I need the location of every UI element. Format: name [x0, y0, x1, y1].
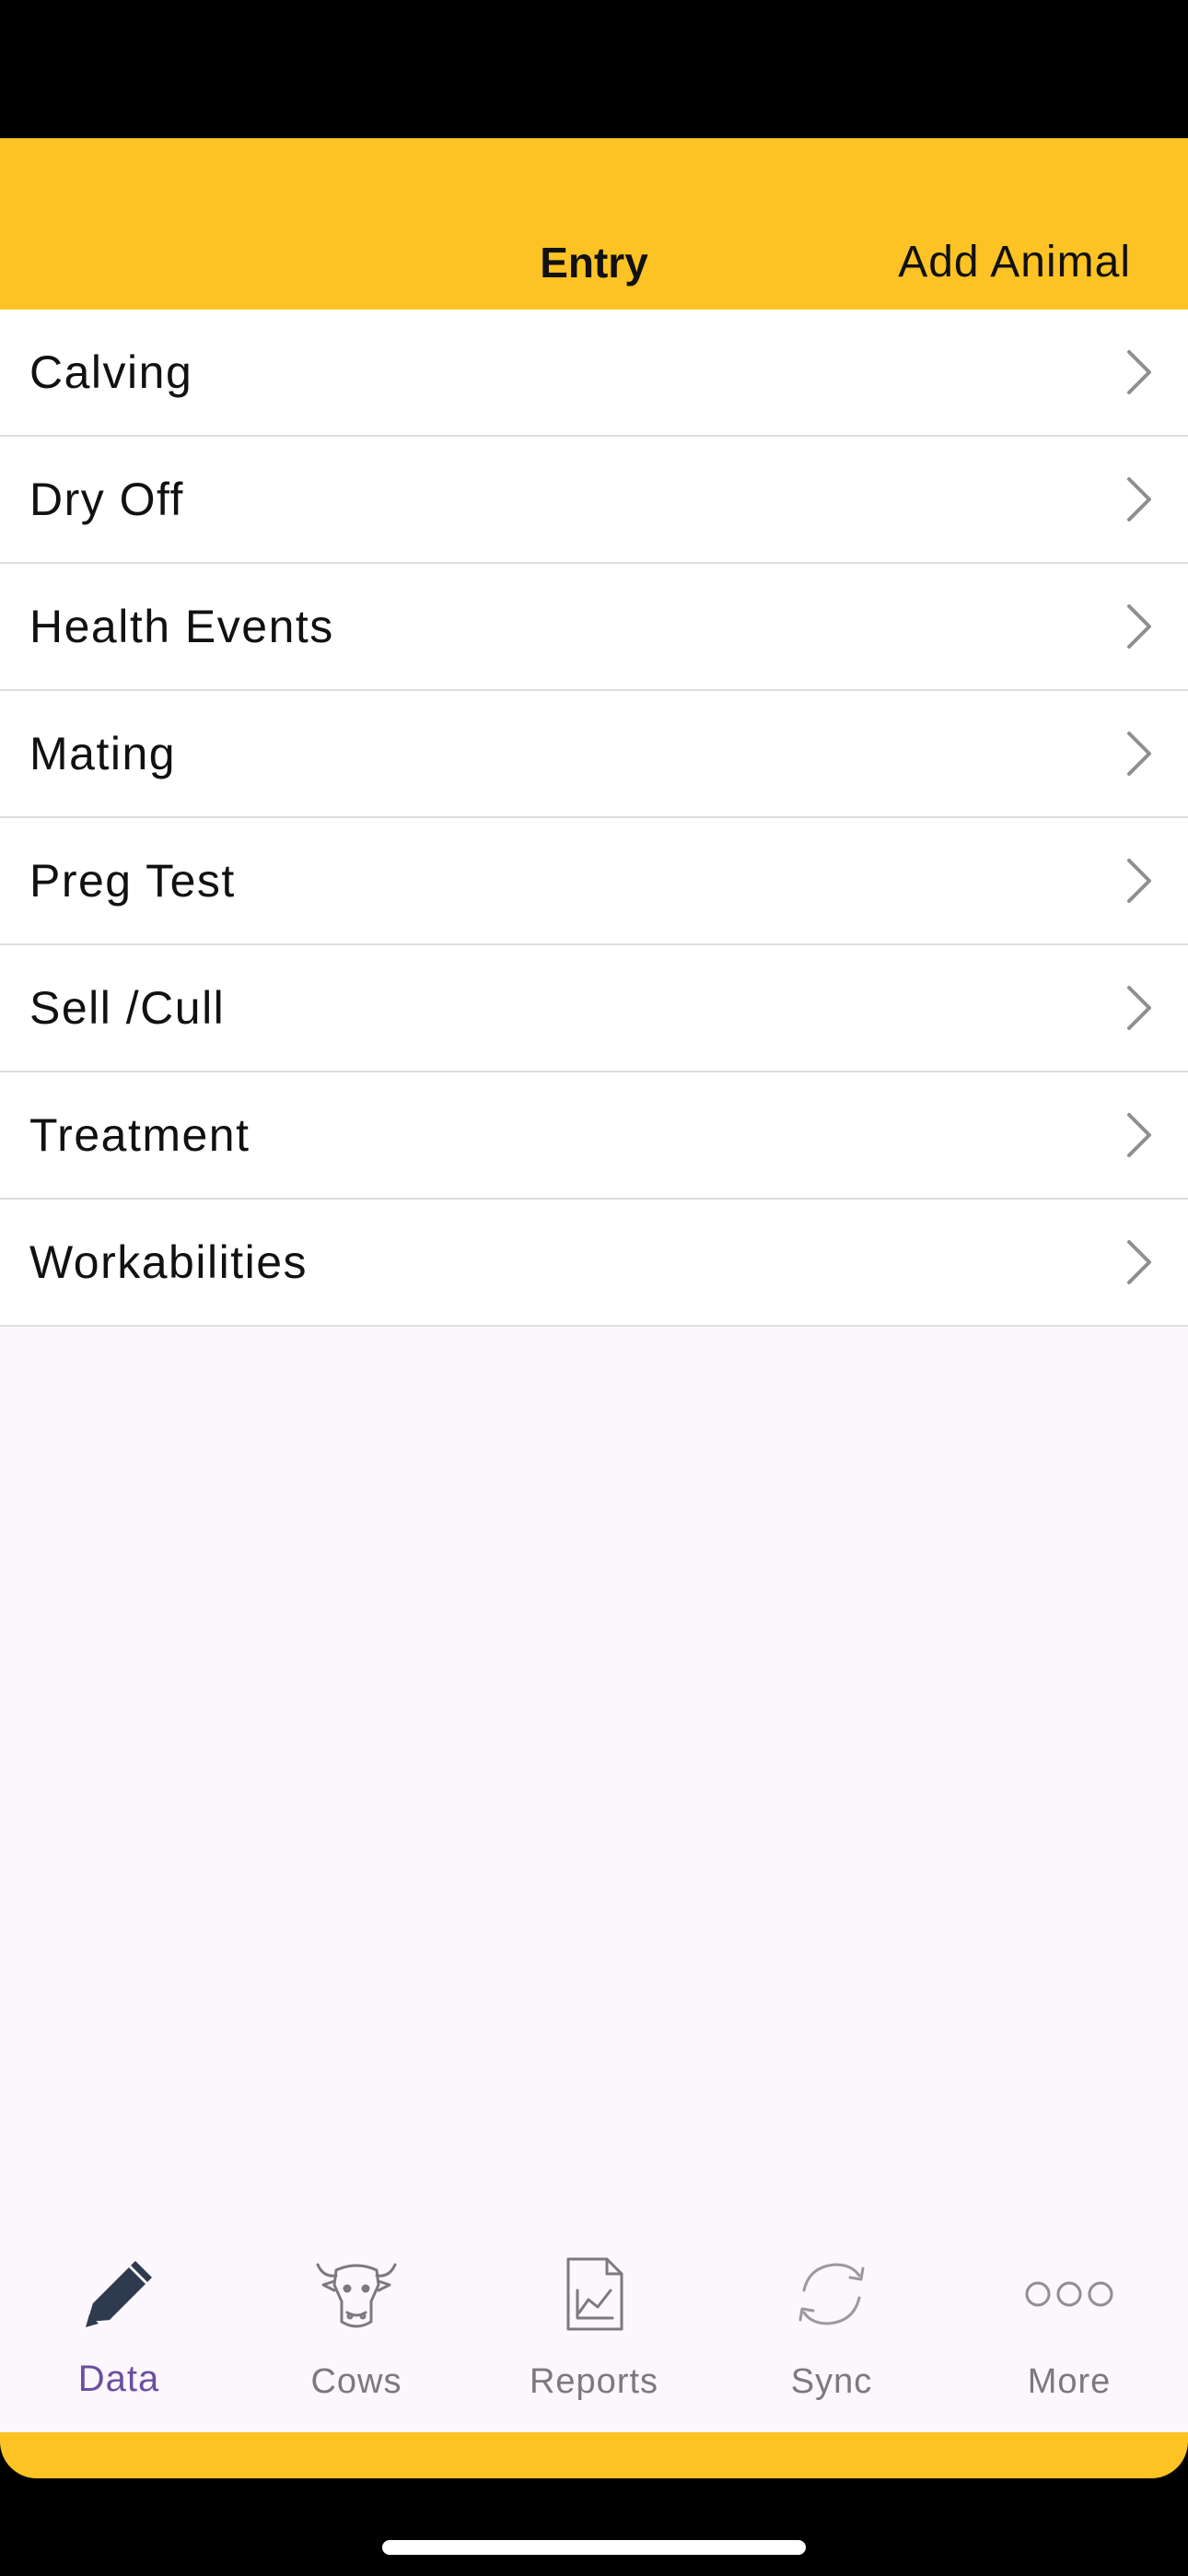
list-item-label: Health Events	[29, 601, 334, 652]
chevron-right-icon	[1127, 859, 1151, 903]
list-item-label: Mating	[29, 728, 177, 779]
home-indicator	[382, 2540, 806, 2555]
status-bar	[0, 0, 1188, 138]
list-item-health-events[interactable]: Health Events	[0, 564, 1188, 691]
list-item-treatment[interactable]: Treatment	[0, 1072, 1188, 1200]
list-item-preg-test[interactable]: Preg Test	[0, 818, 1188, 945]
tab-bar: Data Cows Reports Sync More	[0, 2202, 1188, 2436]
tab-more[interactable]: More	[950, 2202, 1188, 2436]
main-content: Calving Dry Off Health Events Mating Pre…	[0, 310, 1188, 2202]
bottom-accent-strip	[0, 2432, 1188, 2478]
list-item-calving[interactable]: Calving	[0, 310, 1188, 437]
tab-label: Sync	[790, 2362, 873, 2401]
tab-sync[interactable]: Sync	[713, 2202, 950, 2436]
add-animal-button[interactable]: Add Animal	[898, 235, 1131, 290]
navigation-bar: Entry Add Animal	[0, 138, 1188, 310]
list-item-mating[interactable]: Mating	[0, 691, 1188, 818]
chevron-right-icon	[1127, 732, 1151, 776]
entry-list: Calving Dry Off Health Events Mating Pre…	[0, 310, 1188, 1327]
chevron-right-icon	[1127, 604, 1151, 649]
chevron-right-icon	[1127, 350, 1151, 394]
pencil-icon	[86, 2261, 152, 2327]
chevron-right-icon	[1127, 477, 1151, 521]
report-icon	[566, 2257, 623, 2331]
list-item-dry-off[interactable]: Dry Off	[0, 437, 1188, 564]
tab-label: Cows	[310, 2362, 402, 2401]
cow-icon	[316, 2263, 397, 2328]
tab-label: Reports	[529, 2362, 659, 2401]
chevron-right-icon	[1127, 986, 1151, 1030]
chevron-right-icon	[1127, 1113, 1151, 1157]
tab-label: More	[1027, 2362, 1112, 2401]
list-item-workabilities[interactable]: Workabilities	[0, 1200, 1188, 1327]
list-item-sell-cull[interactable]: Sell /Cull	[0, 945, 1188, 1072]
list-item-label: Workabilities	[29, 1236, 308, 1288]
tab-reports[interactable]: Reports	[475, 2202, 713, 2436]
list-item-label: Calving	[29, 346, 193, 398]
chevron-right-icon	[1127, 1240, 1151, 1284]
tab-cows[interactable]: Cows	[238, 2202, 475, 2436]
more-icon	[1025, 2281, 1113, 2307]
list-item-label: Treatment	[29, 1109, 250, 1161]
tab-data[interactable]: Data	[0, 2202, 238, 2436]
list-item-label: Dry Off	[29, 474, 184, 525]
list-item-label: Sell /Cull	[29, 982, 226, 1034]
sync-icon	[798, 2263, 865, 2325]
tab-label: Data	[77, 2359, 160, 2399]
list-item-label: Preg Test	[29, 855, 236, 907]
